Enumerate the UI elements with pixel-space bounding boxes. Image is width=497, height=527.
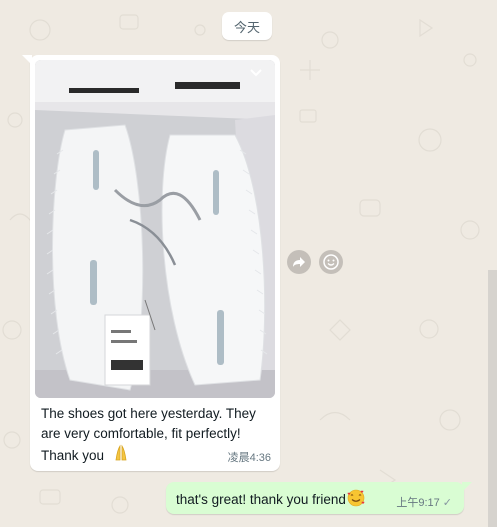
message-meta: 上午9:17 ✓	[396, 494, 452, 510]
folded-hands-emoji-icon	[112, 444, 130, 468]
chat-scrollbar[interactable]	[488, 270, 497, 527]
emoji-reaction-icon[interactable]	[319, 250, 343, 274]
message-text: that's great! thank you friend	[176, 489, 365, 510]
forward-icon[interactable]	[287, 250, 311, 274]
chevron-down-icon[interactable]	[249, 68, 267, 82]
incoming-image-message[interactable]: The shoes got here yesterday. They are v…	[22, 55, 280, 471]
date-divider: 今天	[222, 12, 272, 40]
bubble-tail	[22, 55, 32, 65]
message-photo[interactable]	[35, 60, 275, 398]
message-time: 凌晨4:36	[227, 452, 271, 464]
smiling-face-with-hearts-emoji-icon	[347, 489, 365, 510]
message-time: 上午9:17	[396, 497, 440, 509]
bubble-tail	[462, 482, 472, 492]
caption-text: The shoes got here yesterday. They are v…	[41, 406, 256, 463]
message-hover-actions	[287, 250, 343, 274]
single-check-icon: ✓	[442, 497, 452, 509]
message-text-content: that's great! thank you friend	[176, 492, 346, 507]
outgoing-text-message[interactable]: that's great! thank you friend 上午9:17 ✓	[166, 482, 472, 514]
